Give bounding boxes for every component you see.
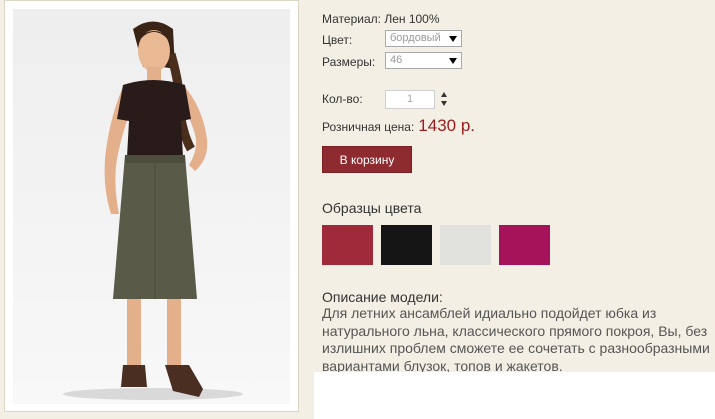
swatch-magenta[interactable] <box>499 225 550 265</box>
product-photo-frame <box>4 0 299 412</box>
size-select-value: 46 <box>390 54 403 66</box>
chevron-down-icon <box>449 36 457 42</box>
swatch-light-gray[interactable] <box>440 225 491 265</box>
material-label: Материал: <box>322 12 381 26</box>
quantity-input[interactable]: 1 <box>385 90 435 109</box>
price-value: 1430 р. <box>418 116 476 135</box>
description-text: Для летних ансамблей идиально подойдет ю… <box>322 305 710 374</box>
swatch-black[interactable] <box>381 225 432 265</box>
price-label: Розничная цена: <box>322 120 415 134</box>
product-photo[interactable] <box>13 9 290 404</box>
price-row: Розничная цена: 1430 р. <box>322 116 475 136</box>
blank-panel <box>314 372 715 419</box>
qty-label: Кол-во: <box>322 92 363 106</box>
color-select[interactable]: бордовый <box>385 30 462 47</box>
material-row: Материал: Лен 100% <box>322 12 440 26</box>
quantity-stepper[interactable] <box>441 92 449 108</box>
size-select[interactable]: 46 <box>385 52 462 69</box>
arrow-down-icon[interactable] <box>441 101 447 106</box>
color-select-value: бордовый <box>390 32 441 44</box>
size-label: Размеры: <box>322 55 376 69</box>
chevron-down-icon <box>449 58 457 64</box>
color-label: Цвет: <box>322 33 353 47</box>
model-illustration <box>63 21 243 400</box>
swatch-burgundy[interactable] <box>322 225 373 265</box>
add-to-cart-button[interactable]: В корзину <box>322 146 412 173</box>
arrow-up-icon[interactable] <box>441 92 447 97</box>
material-value: Лен 100% <box>384 12 440 26</box>
description-title: Описание модели: <box>322 289 443 305</box>
swatches-title: Образцы цвета <box>322 200 422 216</box>
